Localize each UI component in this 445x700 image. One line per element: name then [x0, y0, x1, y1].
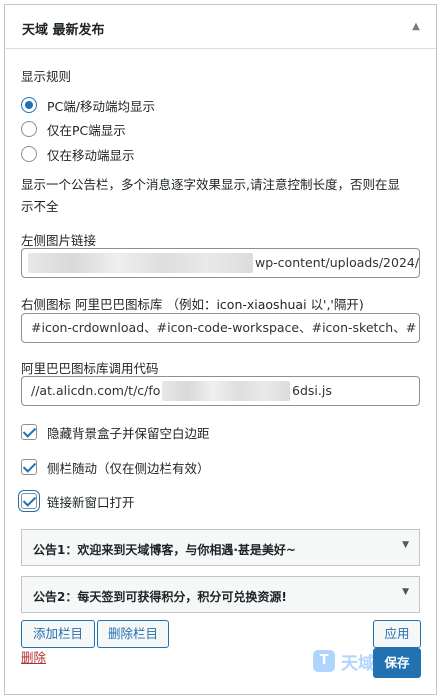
description-line: 示不全	[21, 199, 59, 214]
iconfont-code-input[interactable]: //at.alicdn.com/t/c/fo 6dsi.js	[21, 376, 420, 406]
radio-button[interactable]	[21, 146, 37, 162]
checkbox-sticky-sidebar[interactable]: 侧栏随动（仅在侧边栏有效）	[21, 458, 210, 476]
save-button[interactable]: 保存	[373, 648, 421, 678]
input-value-prefix: //at.alicdn.com/t/c/fo	[31, 383, 161, 398]
radio-option-mobile[interactable]: 仅在移动端显示	[21, 145, 135, 163]
radio-button[interactable]	[21, 121, 37, 137]
watermark-text: 天域	[341, 653, 375, 674]
display-rule-label: 显示规则	[21, 69, 72, 84]
announcement-title: 公告2：每天签到可获得积分，积分可兑换资源!	[33, 590, 287, 604]
right-icon-label: 右侧图标 阿里巴巴图标库 （例如：icon-xiaoshuai 以','隔开)	[21, 297, 364, 312]
left-image-label: 左侧图片链接	[21, 233, 97, 248]
checkbox-label: 链接新窗口打开	[47, 494, 135, 510]
radio-button[interactable]	[21, 97, 37, 113]
apply-button[interactable]: 应用	[373, 620, 421, 648]
checkbox[interactable]	[21, 424, 37, 440]
right-icon-input[interactable]: #icon-crdownload、#icon-code-workspace、#i…	[21, 313, 420, 343]
radio-option-all[interactable]: PC端/移动端均显示	[21, 96, 155, 114]
radio-label: PC端/移动端均显示	[47, 98, 155, 114]
checkbox-new-window[interactable]: 链接新窗口打开	[21, 492, 135, 510]
iconfont-code-label: 阿里巴巴图标库调用代码	[21, 361, 159, 376]
display-rule-description: 显示一个公告栏，多个消息逐字效果显示,请注意控制长度，否则在显 示不全	[21, 174, 426, 218]
radio-label: 仅在PC端显示	[47, 122, 126, 138]
checkbox-label: 隐藏背景盒子并保留空白边距	[47, 425, 210, 441]
input-value: wp-content/uploads/2024/	[255, 255, 420, 270]
redacted-text-block	[162, 381, 290, 401]
redacted-text-block	[28, 253, 253, 273]
checkbox[interactable]	[21, 493, 37, 509]
add-section-button[interactable]: 添加栏目	[21, 620, 95, 648]
checkbox-hide-background[interactable]: 隐藏背景盒子并保留空白边距	[21, 423, 210, 441]
radio-label: 仅在移动端显示	[47, 147, 135, 163]
announcement-2-accordion[interactable]: 公告2：每天签到可获得积分，积分可兑换资源! ▼	[21, 576, 420, 613]
remove-section-button[interactable]: 删除栏目	[97, 620, 169, 648]
checkbox[interactable]	[21, 459, 37, 475]
description-line: 显示一个公告栏，多个消息逐字效果显示,请注意控制长度，否则在显	[21, 177, 400, 192]
input-value: #icon-crdownload、#icon-code-workspace、#i…	[31, 320, 417, 335]
collapse-arrow-icon[interactable]: ▲	[408, 19, 424, 35]
announcement-1-accordion[interactable]: 公告1：欢迎来到天域博客，与你相遇·甚是美好~ ▼	[21, 529, 420, 566]
checkbox-label: 侧栏随动（仅在侧边栏有效）	[47, 460, 210, 476]
expand-arrow-icon[interactable]: ▼	[402, 540, 409, 550]
widget-title: 天域 最新发布	[22, 23, 105, 38]
widget-header[interactable]: 天域 最新发布 ▲	[5, 5, 436, 49]
input-value-suffix: 6dsi.js	[292, 383, 332, 398]
delete-link[interactable]: 删除	[21, 647, 46, 666]
expand-arrow-icon[interactable]: ▼	[402, 587, 409, 597]
left-image-input[interactable]: wp-content/uploads/2024/	[21, 248, 420, 278]
watermark-logo-icon: T	[313, 650, 335, 672]
radio-option-pc[interactable]: 仅在PC端显示	[21, 120, 126, 138]
announcement-title: 公告1：欢迎来到天域博客，与你相遇·甚是美好~	[33, 543, 296, 557]
